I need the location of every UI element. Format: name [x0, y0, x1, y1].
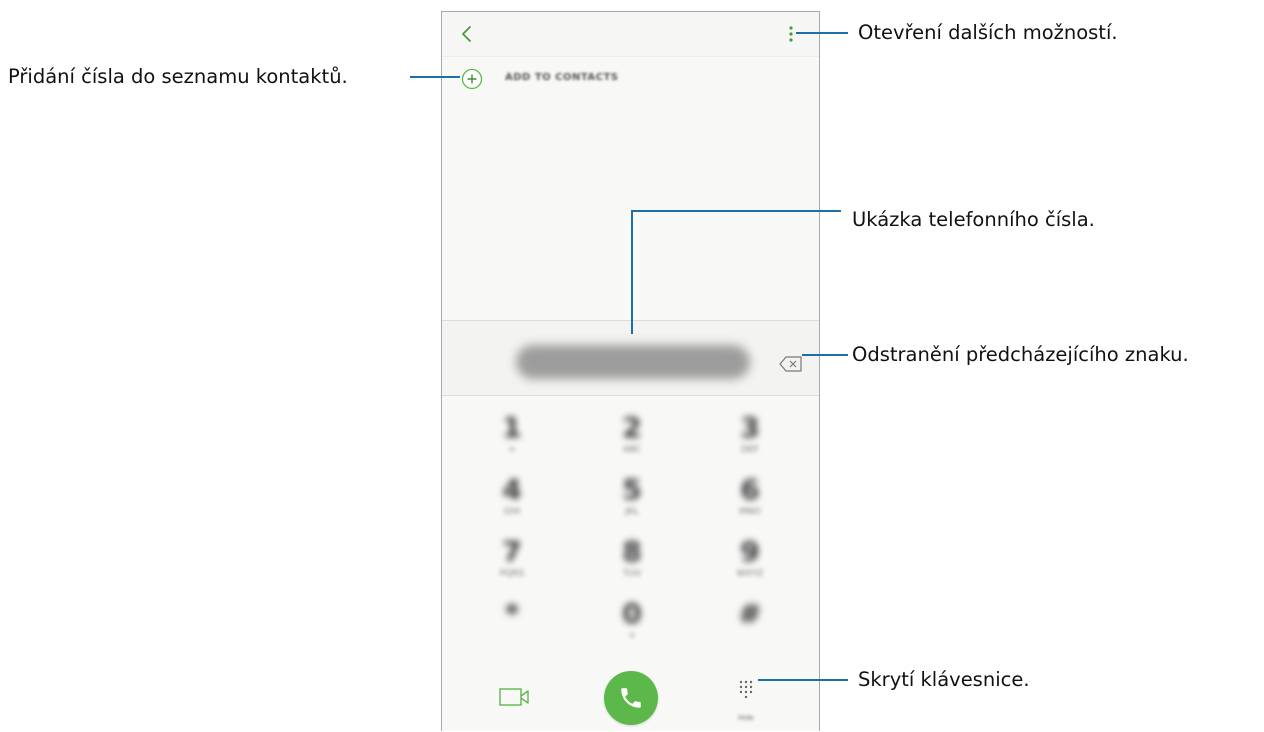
key-3[interactable]: 3 DEF: [714, 413, 786, 471]
key-9[interactable]: 9 WXYZ: [714, 537, 786, 595]
top-bar: [442, 12, 819, 57]
key-5[interactable]: 5 JKL: [596, 475, 668, 533]
callout-number-preview: Ukázka telefonního čísla.: [852, 208, 1095, 231]
hide-keypad-label: Hide: [738, 714, 754, 722]
key-digit: 1: [502, 411, 522, 444]
key-letters: TUV: [622, 569, 642, 579]
dialpad-icon[interactable]: [738, 679, 754, 705]
leader-line-hide-keypad: [758, 679, 848, 681]
key-digit: 8: [622, 535, 642, 568]
key-letters: ABC: [622, 445, 642, 455]
key-digit: 6: [740, 473, 760, 506]
video-call-icon[interactable]: [499, 686, 531, 708]
key-digit: #: [738, 597, 762, 630]
key-digit: 2: [622, 411, 642, 444]
key-letters: [714, 631, 786, 642]
key-digit: *: [504, 597, 520, 630]
key-digit: 7: [502, 535, 522, 568]
key-star[interactable]: *: [476, 599, 548, 657]
key-7[interactable]: 7 PQRS: [476, 537, 548, 595]
key-digit: 5: [622, 473, 642, 506]
leader-line-backspace: [802, 354, 848, 356]
bottom-action-bar: Hide: [442, 654, 819, 732]
add-to-contacts-row[interactable]: ADD TO CONTACTS: [442, 64, 819, 96]
key-6[interactable]: 6 MNO: [714, 475, 786, 533]
dialpad: 1 ∞ 2 ABC 3 DEF 4 GHI 5 JKL 6 MNO 7 PQRS 8 TUV 9…: [442, 395, 819, 653]
callout-hide-keypad: Skrytí klávesnice.: [858, 668, 1030, 691]
phone-number-display: [516, 345, 750, 379]
more-options-icon[interactable]: [787, 24, 795, 44]
key-letters: DEF: [741, 445, 759, 455]
key-digit: 3: [740, 411, 760, 444]
backspace-icon[interactable]: [779, 356, 803, 372]
key-8[interactable]: 8 TUV: [596, 537, 668, 595]
callout-more-options: Otevření dalších možností.: [858, 21, 1118, 44]
key-digit: 0: [622, 597, 642, 630]
leader-line-more-options: [796, 32, 848, 34]
phone-screen: ADD TO CONTACTS 1 ∞ 2 ABC 3 DEF 4 GHI 5 JKL 6…: [441, 11, 820, 731]
leader-line-number-preview-v: [631, 210, 633, 334]
plus-circle-icon[interactable]: [461, 68, 483, 90]
call-button[interactable]: [604, 671, 658, 725]
key-0[interactable]: 0 +: [596, 599, 668, 657]
add-to-contacts-label[interactable]: ADD TO CONTACTS: [505, 72, 618, 83]
leader-line-number-preview-h: [631, 210, 841, 212]
key-hash[interactable]: #: [714, 599, 786, 657]
key-letters: PQRS: [499, 569, 525, 579]
key-letters: JKL: [625, 507, 639, 517]
callout-delete-char: Odstranění předcházejícího znaku.: [852, 343, 1189, 366]
key-1[interactable]: 1 ∞: [476, 413, 548, 471]
key-letters: +: [628, 631, 636, 641]
chevron-left-icon[interactable]: [457, 23, 477, 45]
key-letters: [476, 631, 548, 642]
key-letters: WXYZ: [736, 569, 764, 579]
key-letters: GHI: [503, 507, 521, 517]
key-2[interactable]: 2 ABC: [596, 413, 668, 471]
key-letters: ∞: [508, 445, 516, 455]
leader-line-add-contacts: [410, 76, 460, 78]
callout-add-to-contacts: Přidání čísla do seznamu kontaktů.: [8, 65, 348, 88]
key-4[interactable]: 4 GHI: [476, 475, 548, 533]
phone-icon: [618, 685, 644, 711]
key-digit: 9: [740, 535, 760, 568]
key-digit: 4: [502, 473, 522, 506]
key-letters: MNO: [739, 507, 761, 517]
